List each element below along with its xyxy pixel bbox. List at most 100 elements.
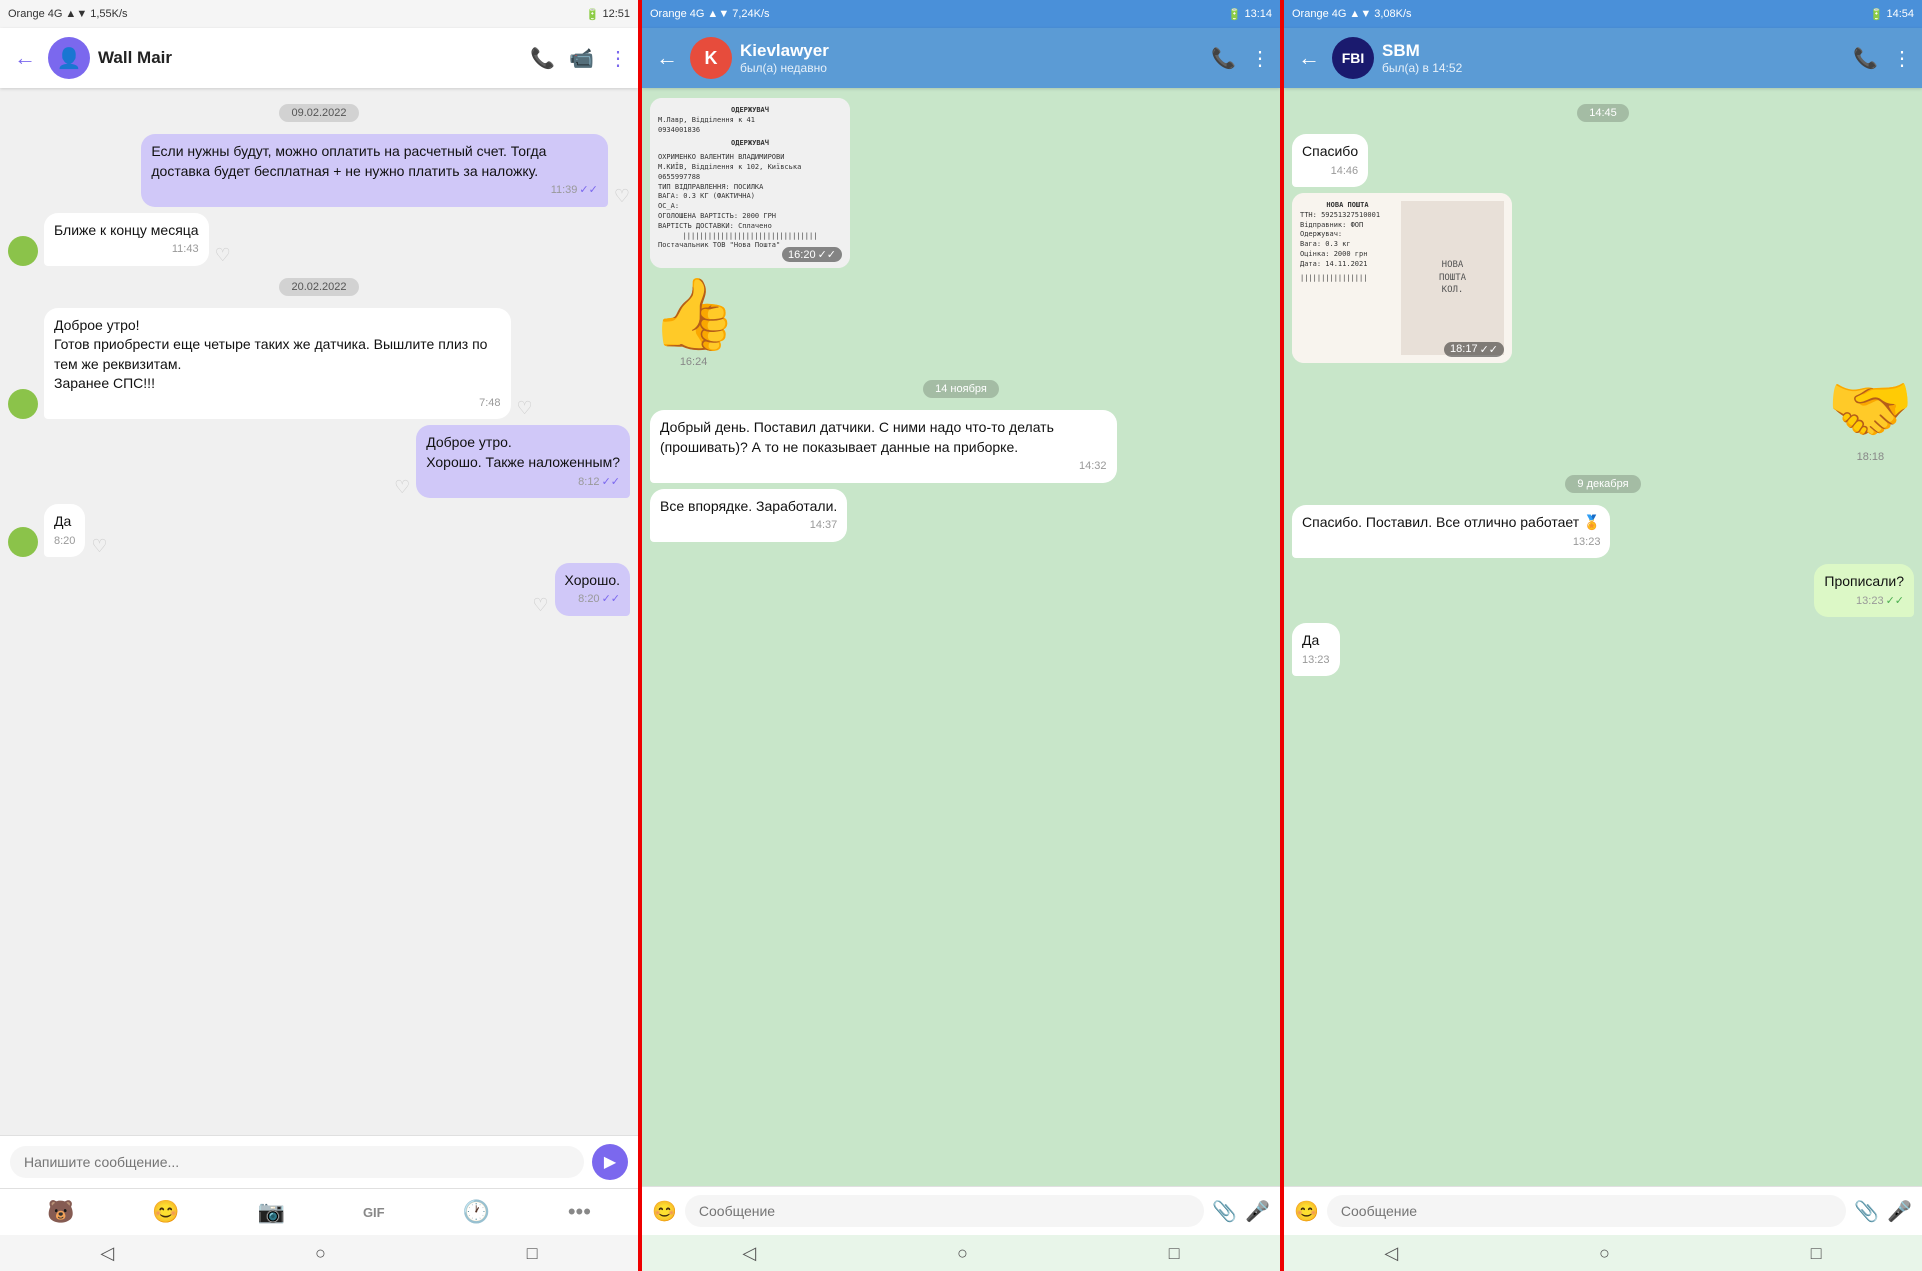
emoji-icon[interactable]: 😊 [152, 1199, 179, 1225]
bubble-sent: Хорошо. 8:20 ✓✓ [555, 563, 630, 616]
small-avatar [8, 389, 38, 419]
more-icon-1[interactable]: ⋮ [608, 46, 628, 71]
contact-name-3: SBM [1382, 41, 1845, 61]
call-icon-1[interactable]: 📞 [530, 46, 555, 71]
message-row: Если нужны будут, можно оплатить на расч… [8, 134, 630, 207]
status-right-2: 🔋 13:14 [1228, 8, 1272, 21]
nav-recent-icon-3[interactable]: □ [1811, 1243, 1822, 1264]
bubble-recv: Добрый день. Поставил датчики. С ними на… [650, 410, 1117, 483]
msg-time: 14:46 [1302, 164, 1358, 179]
message-row: Все впорядке. Заработали. 14:37 [650, 489, 1272, 542]
video-icon-1[interactable]: 📹 [569, 46, 594, 71]
call-icon-3[interactable]: 📞 [1853, 46, 1878, 71]
emoji-input-icon-2[interactable]: 😊 [652, 1199, 677, 1224]
message-row-img: ОДЕРЖУВАЧ М.Лавр, Відділення к 41 093400… [650, 98, 1272, 268]
carrier-3: Orange [1292, 8, 1329, 20]
like-button[interactable]: ♡ [532, 595, 548, 616]
nav-recent-icon-2[interactable]: □ [1169, 1243, 1180, 1264]
receipt-image: ОДЕРЖУВАЧ М.Лавр, Відділення к 41 093400… [650, 98, 850, 268]
date-badge-2: 14 ноября [923, 380, 999, 398]
time-3: 14:54 [1886, 8, 1914, 20]
bubble-recv: Доброе утро!Готов приобрести еще четыре … [44, 308, 511, 420]
input-area-2: 😊 📎 🎤 [642, 1186, 1280, 1235]
sticker-icon[interactable]: 🐻 [47, 1199, 74, 1225]
emoji-bubble-3: 🤝 18:18 [1827, 369, 1914, 463]
nav-back-icon[interactable]: ◁ [100, 1243, 114, 1264]
mic-icon-2[interactable]: 🎤 [1245, 1199, 1270, 1224]
clock-icon[interactable]: 🕐 [463, 1199, 490, 1225]
mic-icon-3[interactable]: 🎤 [1887, 1199, 1912, 1224]
emoji-bubble: 👍 16:24 [650, 274, 737, 368]
msg-text: Доброе утро.Хорошо. Также наложенным? [426, 433, 620, 472]
header-actions-2: 📞 ⋮ [1211, 46, 1270, 71]
call-icon-2[interactable]: 📞 [1211, 46, 1236, 71]
back-button-2[interactable]: ← [652, 41, 682, 75]
status-left-3: Orange 4G ▲▼ 3,08K/s [1292, 8, 1412, 20]
img-time-overlay: 16:20 ✓✓ [782, 247, 842, 262]
message-row: ♡ Доброе утро.Хорошо. Также наложенным? … [8, 425, 630, 498]
header-info-3: SBM был(а) в 14:52 [1382, 41, 1845, 75]
nav-home-icon-3[interactable]: ○ [1599, 1243, 1610, 1264]
header-actions-3: 📞 ⋮ [1853, 46, 1912, 71]
msg-time: 13:23 ✓✓ [1824, 594, 1904, 609]
input-area-3: 😊 📎 🎤 [1284, 1186, 1922, 1235]
bubble-recv: Спасибо 14:46 [1292, 134, 1368, 187]
more-icon-2[interactable]: ⋮ [1250, 46, 1270, 71]
handshake-emoji: 🤝 [1827, 369, 1914, 451]
message-row: ♡ Хорошо. 8:20 ✓✓ [8, 563, 630, 616]
emoji-time-3: 18:18 [1827, 451, 1914, 463]
nav-home-icon[interactable]: ○ [315, 1243, 326, 1264]
date-badge-3a: 14:45 [1577, 104, 1629, 122]
camera-icon[interactable]: 📷 [258, 1199, 285, 1225]
contact-status-3: был(а) в 14:52 [1382, 61, 1845, 75]
msg-text: Ближе к концу месяца [54, 221, 199, 241]
bubble-sent: Прописали? 13:23 ✓✓ [1814, 564, 1914, 617]
date-badge-3b: 9 декабря [1565, 475, 1640, 493]
like-button[interactable]: ♡ [614, 186, 630, 207]
nav-recent-icon[interactable]: □ [527, 1243, 538, 1264]
time-2: 13:14 [1244, 8, 1272, 20]
msg-time: 14:37 [660, 518, 837, 533]
message-row-emoji: 👍 16:24 [650, 274, 1272, 368]
msg-time: 14:32 [660, 459, 1107, 474]
like-button[interactable]: ♡ [394, 477, 410, 498]
battery-3: 🔋 [1870, 8, 1884, 21]
battery-1: 🔋 [586, 8, 600, 21]
msg-text: Добрый день. Поставил датчики. С ними на… [660, 418, 1107, 457]
attach-icon-3[interactable]: 📎 [1854, 1199, 1879, 1224]
message-row-img-3: НОВА ПОШТА ТТН: 59251327510001 Відправни… [1292, 193, 1914, 363]
back-button-3[interactable]: ← [1294, 41, 1324, 75]
status-bar-2: Orange 4G ▲▼ 7,24K/s 🔋 13:14 [642, 0, 1280, 28]
message-input-3[interactable] [1327, 1195, 1846, 1227]
message-row: Да 13:23 [1292, 623, 1914, 676]
like-button[interactable]: ♡ [215, 245, 231, 266]
status-bar-1: Orange 4G ▲▼ 1,55K/s 🔋 12:51 [0, 0, 638, 28]
more-toolbar-icon[interactable]: ••• [568, 1199, 591, 1225]
speed-2: 7,24K/s [732, 8, 769, 20]
signal-2: 4G ▲▼ [690, 8, 730, 20]
header-actions-1: 📞 📹 ⋮ [530, 46, 628, 71]
gif-icon[interactable]: GIF [363, 1205, 385, 1220]
emoji-input-icon-3[interactable]: 😊 [1294, 1199, 1319, 1224]
nav-back-icon-2[interactable]: ◁ [742, 1243, 756, 1264]
small-avatar [8, 527, 38, 557]
back-button-1[interactable]: ← [10, 41, 40, 75]
panel-kievlawyer: Orange 4G ▲▼ 7,24K/s 🔋 13:14 ← K Kievlaw… [642, 0, 1284, 1271]
contact-name-2: Kievlawyer [740, 41, 1203, 61]
status-right-3: 🔋 14:54 [1870, 8, 1914, 21]
nav-home-icon-2[interactable]: ○ [957, 1243, 968, 1264]
nav-back-icon-3[interactable]: ◁ [1384, 1243, 1398, 1264]
attach-icon-2[interactable]: 📎 [1212, 1199, 1237, 1224]
send-button-1[interactable]: ▶ [592, 1144, 628, 1180]
bubble-sent: Если нужны будут, можно оплатить на расч… [141, 134, 608, 207]
message-input-1[interactable] [10, 1146, 584, 1178]
like-button[interactable]: ♡ [517, 398, 533, 419]
img-time-overlay-3: 18:17 ✓✓ [1444, 342, 1504, 357]
message-input-2[interactable] [685, 1195, 1204, 1227]
check-icon: ✓✓ [579, 183, 597, 198]
like-button[interactable]: ♡ [91, 536, 107, 557]
contact-name-1: Wall Mair [98, 48, 522, 68]
msg-time: 7:48 [54, 396, 501, 411]
more-icon-3[interactable]: ⋮ [1892, 46, 1912, 71]
msg-time: 11:43 [54, 242, 199, 257]
